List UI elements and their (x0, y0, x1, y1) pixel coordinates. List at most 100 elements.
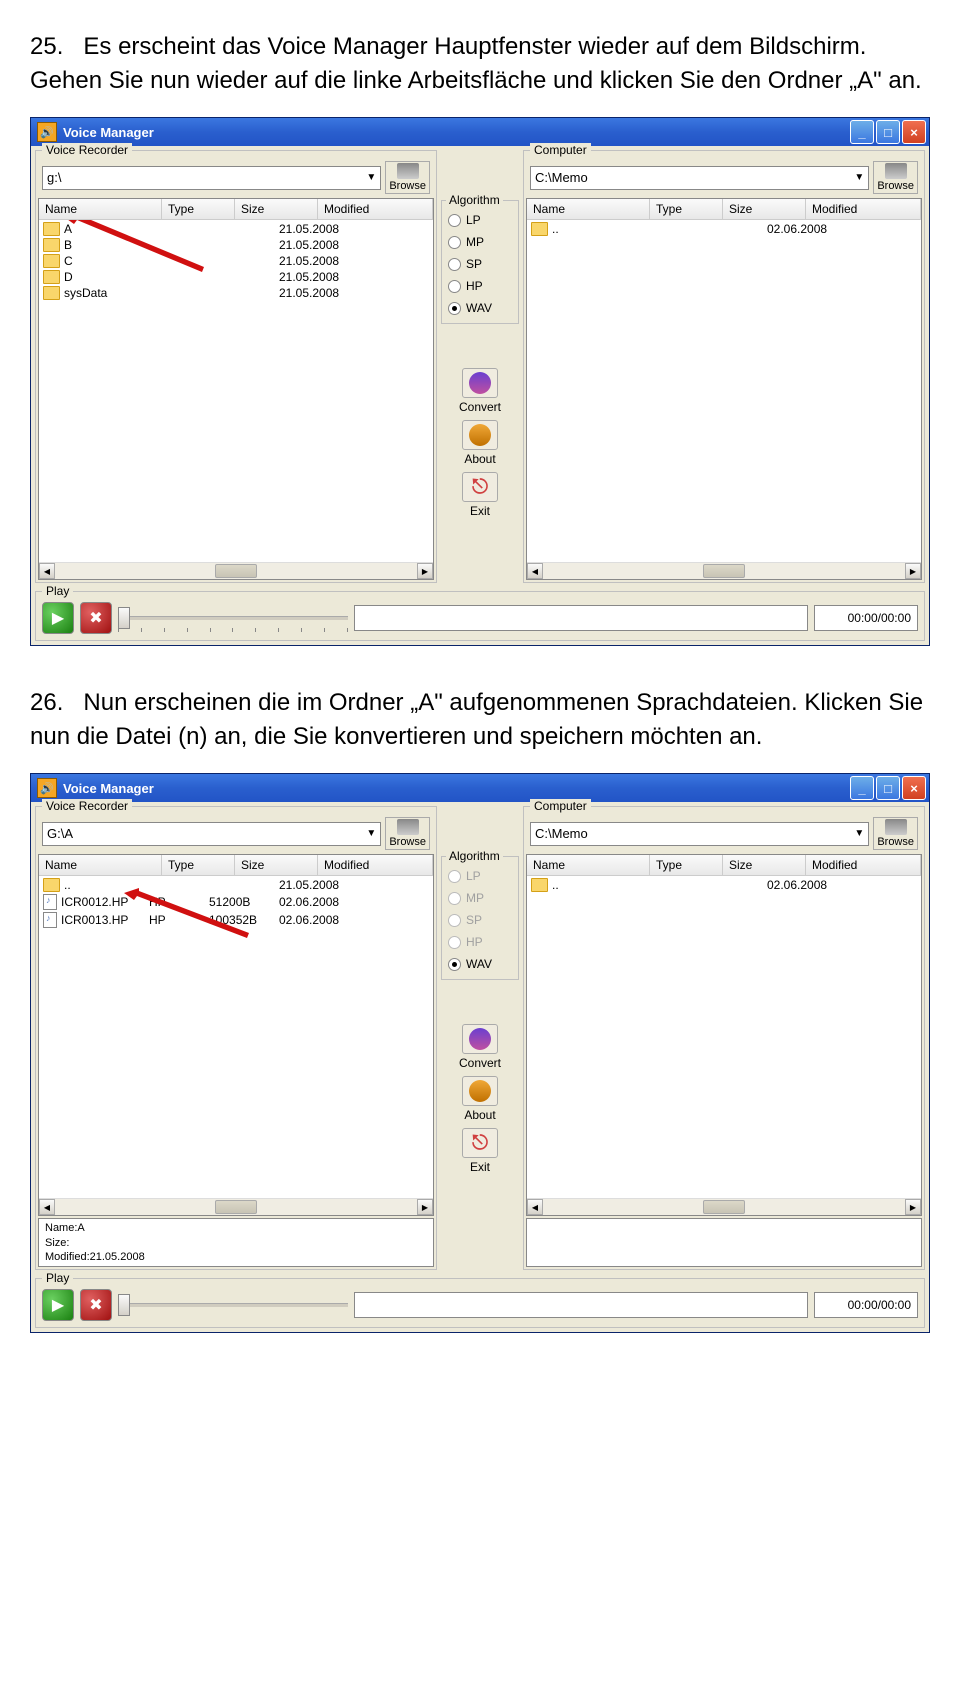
right-path-select[interactable]: C:\Memo ▼ (530, 166, 869, 190)
radio-hp: HP (446, 931, 514, 953)
radio-sp: SP (446, 909, 514, 931)
play-button[interactable]: ▶ (42, 602, 74, 634)
step-text: Nun erscheinen die im Ordner „A" aufgeno… (30, 689, 923, 750)
play-button[interactable]: ▶ (42, 1289, 74, 1321)
scroll-right-icon[interactable]: ▶ (905, 1199, 921, 1215)
file-body[interactable]: .. 21.05.2008 ICR0012.HP HP 51200B 02.06… (39, 876, 433, 1198)
scroll-right-icon[interactable]: ▶ (417, 1199, 433, 1215)
position-slider[interactable] (118, 606, 348, 630)
convert-button[interactable]: Convert (452, 368, 508, 414)
right-path-select[interactable]: C:\Memo ▼ (530, 822, 869, 846)
h-scrollbar[interactable]: ◀ ▶ (39, 1198, 433, 1215)
file-header[interactable]: Name Type Size Modified (39, 199, 433, 220)
voice-manager-window-1: 🔊 Voice Manager _ □ × Voice Recorder g:\… (30, 117, 930, 646)
left-path-select[interactable]: G:\A ▼ (42, 822, 381, 846)
recorder-label: Voice Recorder (42, 799, 132, 813)
scroll-left-icon[interactable]: ◀ (39, 563, 55, 579)
table-row[interactable]: C 21.05.2008 (39, 253, 433, 269)
play-panel: Play ▶ ✖ 00:00/00:00 (35, 1278, 925, 1328)
maximize-button[interactable]: □ (876, 120, 900, 144)
algorithm-box: Algorithm LP MP SP HP WAV (441, 856, 519, 980)
table-row[interactable]: .. 02.06.2008 (527, 221, 921, 237)
table-row[interactable]: sysData 21.05.2008 (39, 285, 433, 301)
step-num: 26. (30, 689, 63, 716)
browse-button-left[interactable]: Browse (385, 161, 430, 194)
algo-label: Algorithm (446, 849, 503, 863)
algo-label: Algorithm (446, 193, 503, 207)
recorder-label: Voice Recorder (42, 143, 132, 157)
col-name[interactable]: Name (39, 199, 162, 219)
browse-button-right[interactable]: Browse (873, 161, 918, 194)
col-size[interactable]: Size (235, 199, 318, 219)
center-column: Algorithm LP MP SP HP WAV Convert About … (441, 806, 519, 1270)
about-button[interactable]: About (452, 420, 508, 466)
main-content: Voice Recorder g:\ ▼ Browse Name Type Si… (31, 146, 929, 587)
radio-wav[interactable]: WAV (446, 953, 514, 975)
stop-button[interactable]: ✖ (80, 1289, 112, 1321)
minimize-button[interactable]: _ (850, 120, 874, 144)
voice-manager-window-2: 🔊 Voice Manager _ □ × Voice Recorder G:\… (30, 773, 930, 1333)
scroll-left-icon[interactable]: ◀ (527, 1199, 543, 1215)
col-modified[interactable]: Modified (318, 199, 433, 219)
file-header[interactable]: Name Type Size Modified (39, 855, 433, 876)
table-row[interactable]: A 21.05.2008 (39, 221, 433, 237)
file-body[interactable]: .. 02.06.2008 (527, 876, 921, 1198)
radio-mp[interactable]: MP (446, 231, 514, 253)
titlebar[interactable]: 🔊 Voice Manager _ □ × (31, 774, 929, 802)
convert-button[interactable]: Convert (452, 1024, 508, 1070)
browse-button-right[interactable]: Browse (873, 817, 918, 850)
slider-thumb[interactable] (118, 1294, 130, 1316)
file-header[interactable]: Name Type Size Modified (527, 855, 921, 876)
table-row[interactable]: ICR0013.HP HP 100352B 02.06.2008 (39, 911, 433, 929)
file-body[interactable]: .. 02.06.2008 (527, 220, 921, 562)
stop-button[interactable]: ✖ (80, 602, 112, 634)
radio-wav[interactable]: WAV (446, 297, 514, 319)
table-row[interactable]: D 21.05.2008 (39, 269, 433, 285)
instruction-26: 26. Nun erscheinen die im Ordner „A" auf… (30, 686, 930, 753)
scroll-right-icon[interactable]: ▶ (905, 563, 921, 579)
radio-sp[interactable]: SP (446, 253, 514, 275)
close-button[interactable]: × (902, 120, 926, 144)
scroll-track[interactable] (55, 563, 417, 579)
browse-button-left[interactable]: Browse (385, 817, 430, 850)
scroll-left-icon[interactable]: ◀ (527, 563, 543, 579)
table-row[interactable]: B 21.05.2008 (39, 237, 433, 253)
exit-button[interactable]: ⎋Exit (452, 472, 508, 518)
titlebar[interactable]: 🔊 Voice Manager _ □ × (31, 118, 929, 146)
close-button[interactable]: × (902, 776, 926, 800)
h-scrollbar[interactable]: ◀ ▶ (527, 562, 921, 579)
file-body[interactable]: A 21.05.2008 B 21.05.2008 C 21.05.2008 (39, 220, 433, 562)
position-slider[interactable] (118, 1293, 348, 1317)
h-scrollbar[interactable]: ◀ ▶ (527, 1198, 921, 1215)
table-row[interactable]: ICR0012.HP HP 51200B 02.06.2008 (39, 893, 433, 911)
file-header[interactable]: Name Type Size Modified (527, 199, 921, 220)
exit-button[interactable]: ⎋Exit (452, 1128, 508, 1174)
time-display: 00:00/00:00 (814, 1292, 918, 1318)
radio-hp[interactable]: HP (446, 275, 514, 297)
h-scrollbar[interactable]: ◀ ▶ (39, 562, 433, 579)
table-row[interactable]: .. 02.06.2008 (527, 877, 921, 893)
scroll-right-icon[interactable]: ▶ (417, 563, 433, 579)
about-button[interactable]: About (452, 1076, 508, 1122)
radio-lp[interactable]: LP (446, 209, 514, 231)
algorithm-box: Algorithm LP MP SP HP WAV (441, 200, 519, 324)
play-label: Play (42, 1271, 73, 1285)
center-column: Algorithm LP MP SP HP WAV Convert About … (441, 150, 519, 583)
right-path-text: C:\Memo (535, 826, 588, 841)
left-path-select[interactable]: g:\ ▼ (42, 166, 381, 190)
browse-icon (885, 819, 907, 835)
slider-thumb[interactable] (118, 607, 130, 629)
maximize-button[interactable]: □ (876, 776, 900, 800)
dropdown-arrow-icon: ▼ (854, 828, 864, 839)
scroll-thumb[interactable] (215, 564, 257, 578)
browse-icon (885, 163, 907, 179)
table-row[interactable]: .. 21.05.2008 (39, 877, 433, 893)
folder-icon (43, 238, 60, 252)
left-file-list: Name Type Size Modified .. 21.05.2008 IC… (38, 854, 434, 1216)
col-type[interactable]: Type (162, 199, 235, 219)
scroll-left-icon[interactable]: ◀ (39, 1199, 55, 1215)
folder-icon (43, 878, 60, 892)
minimize-button[interactable]: _ (850, 776, 874, 800)
folder-icon (43, 270, 60, 284)
window-controls: _ □ × (850, 776, 926, 800)
